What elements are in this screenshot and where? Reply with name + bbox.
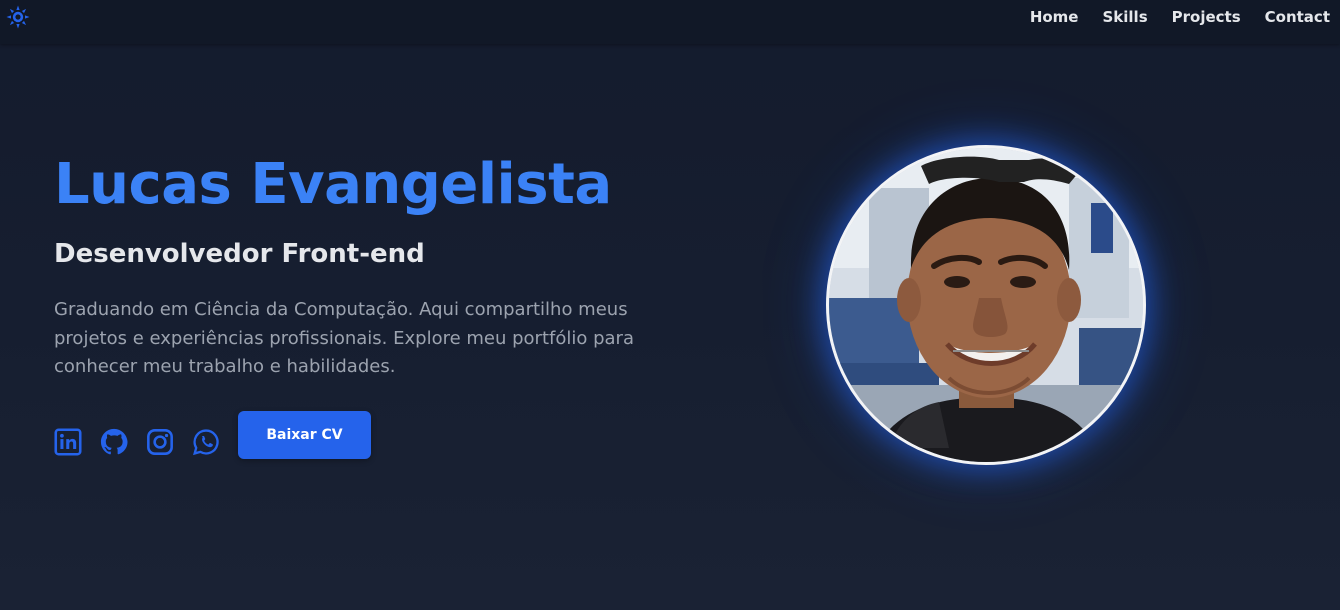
nav-link-home[interactable]: Home	[1006, 8, 1079, 26]
avatar	[826, 145, 1146, 465]
download-cv-button[interactable]: Baixar CV	[238, 411, 371, 459]
github-icon[interactable]	[100, 428, 128, 456]
social-links	[54, 428, 220, 456]
hero-name: Lucas Evangelista	[54, 152, 612, 217]
linkedin-icon[interactable]	[54, 428, 82, 456]
hero-role: Desenvolvedor Front-end	[54, 239, 425, 269]
nav-link-skills[interactable]: Skills	[1078, 8, 1147, 26]
hero-description: Graduando em Ciência da Computação. Aqui…	[54, 299, 634, 377]
whatsapp-icon[interactable]	[192, 428, 220, 456]
nav-link-contact[interactable]: Contact	[1241, 8, 1330, 26]
nav-links: Home Skills Projects Contact	[1006, 8, 1330, 26]
nav-link-projects[interactable]: Projects	[1148, 8, 1241, 26]
navbar: Home Skills Projects Contact	[0, 0, 1340, 44]
instagram-icon[interactable]	[146, 428, 174, 456]
sun-gear-icon[interactable]	[6, 5, 30, 29]
